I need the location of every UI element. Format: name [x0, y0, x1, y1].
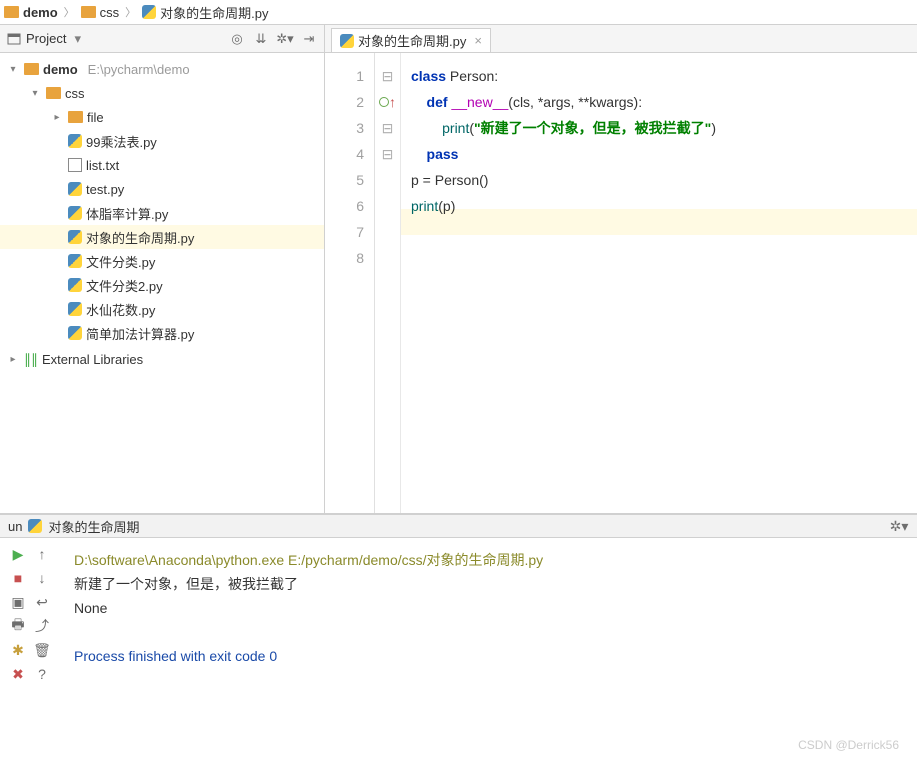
tree-file[interactable]: ·对象的生命周期.py: [0, 225, 324, 249]
export-icon[interactable]: ⤴: [32, 616, 52, 636]
collapse-all-icon[interactable]: ⇊: [252, 30, 270, 48]
console-output[interactable]: D:\software\Anaconda\python.exe E:/pycha…: [60, 538, 917, 758]
folder-icon: [24, 63, 39, 75]
breadcrumb-item[interactable]: css: [81, 5, 120, 20]
folder-icon: [4, 6, 19, 18]
breadcrumb-bar: demo 〉 css 〉 对象的生命周期.py: [0, 0, 917, 25]
run-tab-header: un 对象的生命周期 ✲▾: [0, 514, 917, 538]
run-toolbar: ▶↑ ■↓ ▣↩ 🖶⤴ ✱🗑 ✖?: [0, 538, 60, 758]
library-icon: ∥∥: [24, 351, 38, 368]
python-file-icon: [68, 302, 82, 316]
expand-icon[interactable]: ▾: [6, 64, 20, 75]
tree-file[interactable]: ·list.txt: [0, 153, 324, 177]
python-file-icon: [68, 278, 82, 292]
project-tree[interactable]: ▾ demo E:\pycharm\demo ▾ css ▸ file ·99乘…: [0, 53, 324, 513]
code-area[interactable]: class Person: def __new__(cls, *args, **…: [401, 53, 917, 513]
code-editor[interactable]: 12345678 ⊟ ↑ ⊟ ⊟ class Person: def __new…: [325, 53, 917, 513]
rerun-icon[interactable]: ▶: [8, 544, 28, 564]
exit-code-line: Process finished with exit code 0: [74, 644, 903, 668]
python-file-icon: [68, 182, 82, 196]
line-gutter: 12345678: [325, 53, 375, 513]
python-file-icon: [68, 206, 82, 220]
filter-icon[interactable]: ✱: [8, 640, 28, 660]
breadcrumb-item[interactable]: demo: [4, 5, 58, 20]
chevron-right-icon: 〉: [64, 4, 75, 20]
breadcrumb-item[interactable]: 对象的生命周期.py: [142, 3, 268, 22]
editor-tab[interactable]: 对象的生命周期.py ×: [331, 28, 491, 52]
project-icon: [6, 31, 22, 47]
folder-icon: [68, 111, 83, 123]
python-file-icon: [28, 519, 42, 533]
tree-file[interactable]: ·体脂率计算.py: [0, 201, 324, 225]
tree-root[interactable]: ▾ demo E:\pycharm\demo: [0, 57, 324, 81]
command-line: D:\software\Anaconda\python.exe E:/pycha…: [74, 548, 903, 572]
up-icon[interactable]: ↑: [32, 544, 52, 564]
stop-icon[interactable]: ■: [8, 568, 28, 588]
hide-icon[interactable]: ⇥: [300, 30, 318, 48]
layout-icon[interactable]: ▣: [8, 592, 28, 612]
print-icon[interactable]: 🖶: [8, 616, 28, 636]
close-tab-icon[interactable]: ×: [474, 33, 482, 48]
locate-icon[interactable]: ◎: [228, 30, 246, 48]
project-title: Project: [26, 31, 66, 46]
stdout-line: 新建了一个对象，但是，被我拦截了: [74, 572, 903, 596]
watermark: CSDN @Derrick56: [798, 738, 899, 752]
tree-folder[interactable]: ▾ css: [0, 81, 324, 105]
folder-icon: [46, 87, 61, 99]
text-file-icon: [68, 158, 82, 172]
folder-icon: [81, 6, 96, 18]
collapse-icon[interactable]: ▸: [6, 354, 20, 365]
editor-tabs: 对象的生命周期.py ×: [325, 25, 917, 53]
close-icon[interactable]: ✖: [8, 664, 28, 684]
project-tool-window: Project ▾ ◎ ⇊ ✲▾ ⇥ ▾ demo E:\pycharm\dem…: [0, 25, 325, 513]
project-view-dropdown[interactable]: ▾: [74, 31, 81, 47]
editor-panel: 对象的生命周期.py × 12345678 ⊟ ↑ ⊟ ⊟ class Pers…: [325, 25, 917, 513]
tree-file[interactable]: ·99乘法表.py: [0, 129, 324, 153]
override-marker-icon[interactable]: [379, 97, 389, 107]
stdout-line: None: [74, 596, 903, 620]
python-file-icon: [68, 254, 82, 268]
external-libraries[interactable]: ▸ ∥∥ External Libraries: [0, 347, 324, 371]
run-tab-label[interactable]: un: [8, 519, 22, 534]
help-icon[interactable]: ?: [32, 664, 52, 684]
tree-file[interactable]: ·文件分类2.py: [0, 273, 324, 297]
tree-file[interactable]: ·简单加法计算器.py: [0, 321, 324, 345]
expand-icon[interactable]: ▾: [28, 88, 42, 99]
run-tool-window: ▶↑ ■↓ ▣↩ 🖶⤴ ✱🗑 ✖? D:\software\Anaconda\p…: [0, 538, 917, 758]
wrap-icon[interactable]: ↩: [32, 592, 52, 612]
tree-folder[interactable]: ▸ file: [0, 105, 324, 129]
gear-icon[interactable]: ✲▾: [276, 30, 294, 48]
python-file-icon: [68, 134, 82, 148]
down-icon[interactable]: ↓: [32, 568, 52, 588]
gear-icon[interactable]: ✲▾: [889, 516, 909, 536]
python-file-icon: [68, 326, 82, 340]
collapse-icon[interactable]: ▸: [50, 112, 64, 123]
tree-file[interactable]: ·水仙花数.py: [0, 297, 324, 321]
tree-file[interactable]: ·文件分类.py: [0, 249, 324, 273]
project-header: Project ▾ ◎ ⇊ ✲▾ ⇥: [0, 25, 324, 53]
marker-gutter: ⊟ ↑ ⊟ ⊟: [375, 53, 401, 513]
python-file-icon: [142, 5, 156, 19]
trash-icon[interactable]: 🗑: [32, 640, 52, 660]
chevron-right-icon: 〉: [125, 4, 136, 20]
tree-file[interactable]: ·test.py: [0, 177, 324, 201]
python-file-icon: [340, 34, 354, 48]
python-file-icon: [68, 230, 82, 244]
run-config-name: 对象的生命周期: [48, 517, 139, 536]
